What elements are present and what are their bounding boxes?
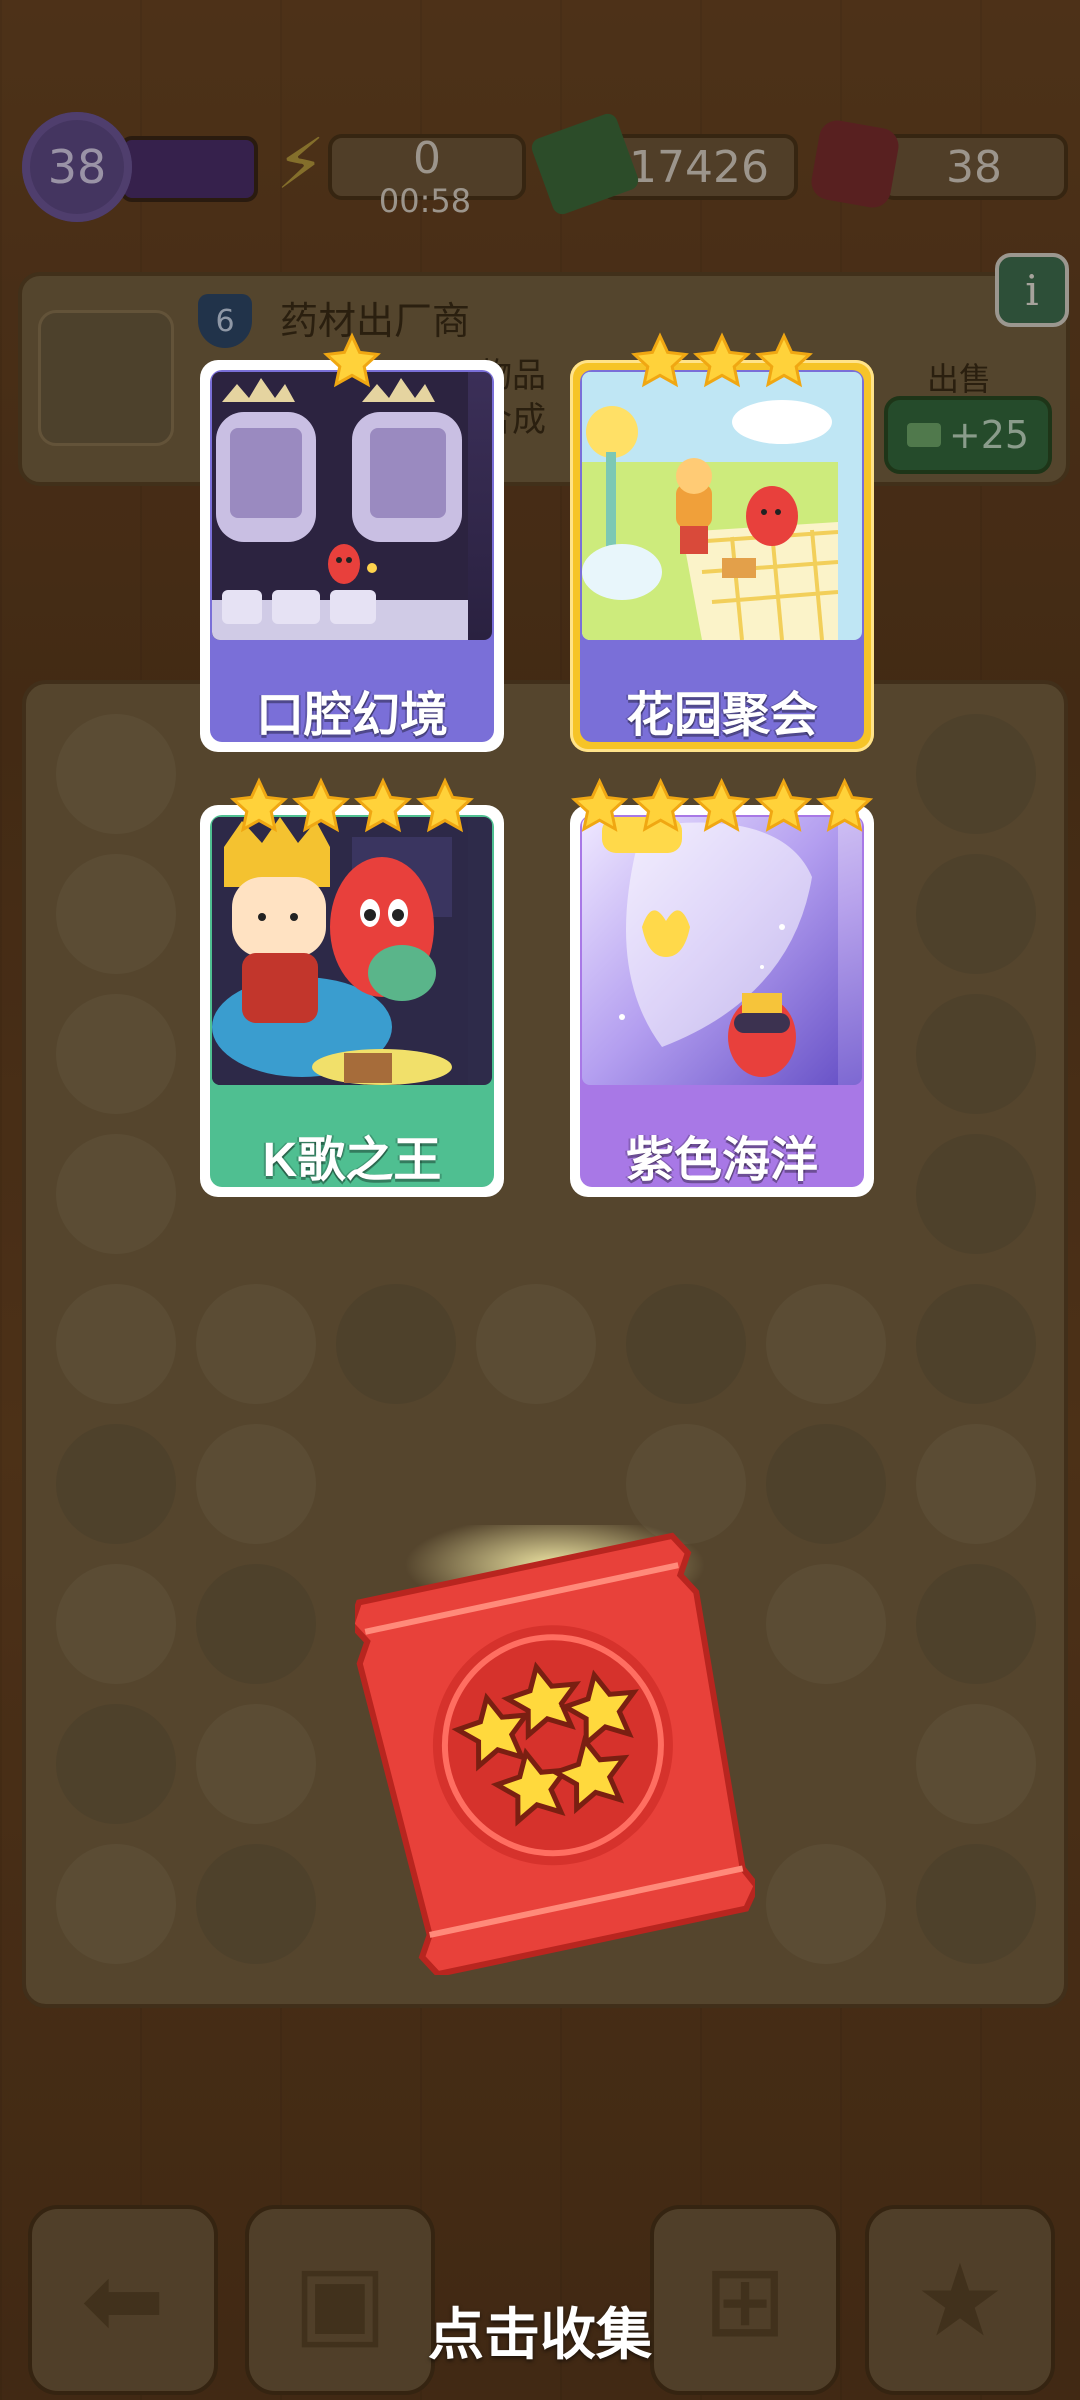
card-pack[interactable] <box>355 1525 755 1975</box>
star-icon <box>755 332 813 388</box>
star-icon <box>416 777 474 833</box>
star-icon <box>631 332 689 388</box>
card-karaoke-king[interactable]: K歌之王 <box>200 777 504 1197</box>
garden-party-illustration <box>582 372 839 640</box>
karaoke-king-illustration <box>212 817 468 1085</box>
card-title: 花园聚会 <box>625 689 818 742</box>
tap-to-collect-prompt[interactable]: 点击收集 <box>0 2290 1080 2371</box>
star-icon <box>571 777 629 832</box>
star-icon <box>230 777 288 833</box>
star-icon <box>815 777 873 832</box>
card-art <box>582 817 862 1085</box>
star-icon <box>693 777 751 832</box>
card-title: K歌之王 <box>262 1134 442 1187</box>
star-icon <box>693 332 751 388</box>
star-icon <box>323 332 381 388</box>
card-garden-party[interactable]: 花园聚会 <box>570 332 874 752</box>
card-oral-fantasy[interactable]: 口腔幻境 <box>200 332 504 752</box>
star-icon <box>754 777 812 832</box>
star-icon <box>292 777 350 833</box>
card-art <box>212 817 492 1085</box>
card-stars <box>570 332 874 392</box>
star-icon <box>354 777 412 833</box>
purple-ocean-illustration <box>582 817 838 1085</box>
card-stars <box>200 332 504 392</box>
card-stars <box>200 777 504 837</box>
card-art <box>212 372 492 640</box>
star-icon <box>632 777 690 832</box>
card-purple-ocean[interactable]: 紫色海洋 <box>570 777 874 1197</box>
card-stars <box>570 777 874 837</box>
overlay-dim[interactable] <box>0 0 1080 2400</box>
card-title: 紫色海洋 <box>625 1134 818 1187</box>
card-title: 口腔幻境 <box>255 689 448 742</box>
card-art <box>582 372 862 640</box>
oral-fantasy-illustration <box>212 372 468 640</box>
